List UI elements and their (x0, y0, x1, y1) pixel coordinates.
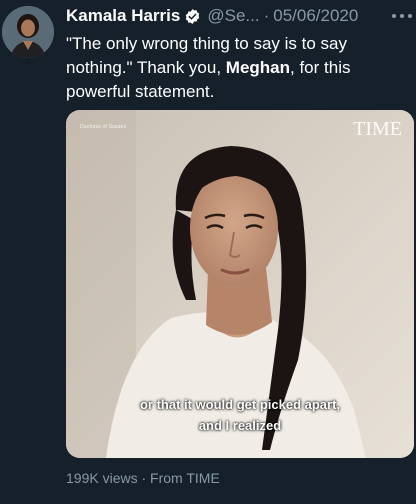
video-caption-line1: or that it would get picked apart, (139, 397, 341, 412)
tweet-header: Kamala Harris @Se... · 05/06/2020 (66, 4, 358, 28)
author-handle[interactable]: @Se... (207, 6, 259, 26)
header-separator: · (263, 6, 270, 25)
views-count: 199K views (66, 470, 138, 486)
more-options-icon[interactable] (392, 10, 412, 22)
source-link[interactable]: From TIME (150, 470, 220, 486)
tweet-date[interactable]: 05/06/2020 (273, 6, 358, 26)
verified-badge-icon (184, 8, 201, 25)
meta-separator: · (141, 470, 147, 486)
author-name[interactable]: Kamala Harris (66, 6, 180, 26)
avatar-image (2, 6, 54, 58)
tweet-text: "The only wrong thing to say is to say n… (66, 32, 411, 104)
mention-link[interactable]: Meghan (226, 58, 290, 77)
avatar[interactable] (2, 6, 54, 58)
video-player[interactable]: Duchess of Sussex TIME or that it would … (66, 110, 414, 458)
video-label: Duchess of Sussex (80, 124, 127, 130)
time-logo: TIME (353, 118, 402, 140)
tweet-meta: 199K views · From TIME (66, 470, 220, 486)
tweet: Kamala Harris @Se... · 05/06/2020 "The o… (0, 0, 416, 504)
video-caption-line2: and I realized (198, 418, 282, 433)
